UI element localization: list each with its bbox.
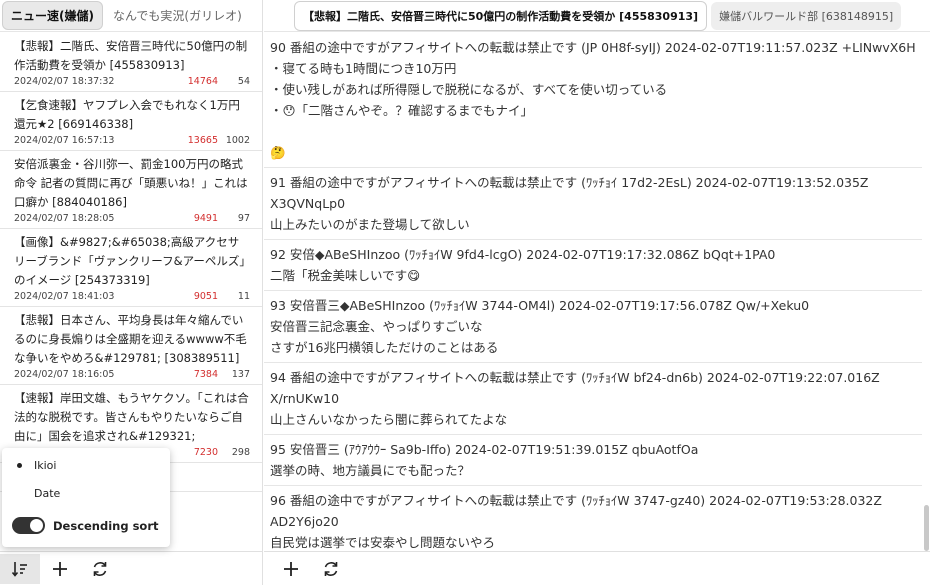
thread-item[interactable]: 【乞食速報】ヤフプレ入会でもれなく1万円還元★2 [669146338] 2024… [0, 92, 262, 151]
thread-ikioi: 14764 [187, 76, 218, 87]
thread-date: 2024/02/07 18:16:05 [14, 369, 115, 380]
post-line: ・寝てる時も1時間につき10万円 [270, 61, 457, 76]
thread-list-pane: ニュー速(嫌儲) なんでも実況(ガリレオ) 【悲報】二階氏、安倍晋三時代に50億… [0, 0, 263, 585]
tab-thread-inactive[interactable]: 嫌儲バルワールド部 [638148915] [711, 1, 902, 30]
thread-item[interactable]: 安倍派裏金・谷川弥一、罰金100万円の略式命令 記者の質問に再び「頭悪いね！」こ… [0, 151, 262, 229]
thread-date: 2024/02/07 18:37:32 [14, 76, 115, 87]
thread-post-count: 11 [237, 291, 250, 302]
post-line [270, 121, 916, 142]
thread-meta: 2024/02/07 16:57:13 13665 1002 [14, 135, 250, 146]
post-header: 95 安倍晋三 (ｱｳｱｳｳｰ Sa9b-Iffo) 2024-02-07T19… [270, 442, 699, 457]
toggle-label: Descending sort [53, 518, 159, 533]
post-item: 94 番組の途中ですがアフィサイトへの転載は禁止です (ﾜｯﾁｮｲW bf24-… [264, 363, 922, 435]
thread-item[interactable]: 【悲報】二階氏、安倍晋三時代に50億円の制作活動費を受領か [455830913… [0, 33, 262, 92]
thread-title: 【乞食速報】ヤフプレ入会でもれなく1万円還元★2 [669146338] [14, 98, 240, 131]
tab-board-2[interactable]: なんでも実況(ガリレオ) [105, 2, 250, 29]
thread-meta: 2024/02/07 18:28:05 9491 97 [14, 213, 250, 224]
refresh-icon [324, 561, 338, 576]
thread-date: 2024/02/07 18:28:05 [14, 213, 115, 224]
thread-view-pane: 【悲報】二階氏、安倍晋三時代に50億円の制作活動費を受領か [455830913… [264, 0, 930, 585]
thread-date: 2024/02/07 18:41:03 [14, 291, 115, 302]
post-line: ・使い残しがあれば所得隠しで脱税になるが、すべてを使い切っている [270, 82, 668, 97]
post-item: 93 安倍晋三◆ABeSHInzoo (ﾜｯﾁｮｲW 3744-OM4l) 20… [264, 291, 922, 363]
thread-title: 安倍派裏金・谷川弥一、罰金100万円の略式命令 記者の質問に再び「頭悪いね！」こ… [14, 157, 248, 209]
thread-item[interactable]: 【悲報】日本さん、平均身長は年々縮んでいるのに身長煽りは全盛期を迎えるwwww不… [0, 307, 262, 385]
selected-dot-icon [17, 463, 22, 468]
thread-item[interactable]: 【画像】&#9827;&#65038;高級アクセサリーブランド「ヴァンクリーフ&… [0, 229, 262, 307]
post-header: 91 番組の途中ですがアフィサイトへの転載は禁止です (ﾜｯﾁｮｲ 17d2-2… [270, 175, 869, 190]
board-tabs: ニュー速(嫌儲) なんでも実況(ガリレオ) [0, 0, 262, 32]
scrollbar-thumb[interactable] [924, 505, 929, 551]
thread-title: 【悲報】二階氏、安倍晋三時代に50億円の制作活動費を受領か [455830913… [14, 39, 248, 72]
right-toolbar [264, 551, 930, 585]
thread-post-count: 298 [231, 447, 250, 458]
post-list: 90 番組の途中ですがアフィサイトへの転載は禁止です (JP 0H8f-syIJ… [264, 33, 922, 551]
refresh-button[interactable] [80, 554, 120, 584]
descending-sort-toggle[interactable]: Descending sort [12, 517, 159, 534]
thread-ikioi: 9051 [193, 291, 218, 302]
thread-ikioi: 7230 [193, 447, 218, 458]
toggle-switch[interactable] [12, 517, 45, 534]
post-line: 二階「税金美味しいです😋 [270, 268, 421, 283]
post-line: AD2Y6jo20 [270, 514, 339, 529]
thread-ikioi: 7384 [193, 369, 218, 380]
thread-ikioi: 9491 [193, 213, 218, 224]
thread-post-count: 1002 [225, 135, 250, 146]
refresh-icon [93, 561, 107, 576]
thread-post-count: 54 [237, 76, 250, 87]
post-line: 🤔 [270, 145, 286, 160]
post-line: 自民党は選挙では安泰やし問題ないやろ [270, 535, 496, 550]
sort-button[interactable] [0, 553, 40, 584]
sort-descending-icon [11, 561, 27, 577]
post-item: 90 番組の途中ですがアフィサイトへの転載は禁止です (JP 0H8f-syIJ… [264, 33, 922, 168]
post-line: X3QVNqLp0 [270, 196, 346, 211]
post-item: 91 番組の途中ですがアフィサイトへの転載は禁止です (ﾜｯﾁｮｲ 17d2-2… [264, 168, 922, 240]
sort-option-label: Date [34, 486, 61, 500]
app-window: ニュー速(嫌儲) なんでも実況(ガリレオ) 【悲報】二階氏、安倍晋三時代に50億… [0, 0, 930, 585]
sort-option-date[interactable]: Date [2, 480, 170, 506]
tab-thread-active[interactable]: 【悲報】二階氏、安倍晋三時代に50億円の制作活動費を受領か [455830913… [294, 0, 708, 31]
thread-date: 2024/02/07 16:57:13 [14, 135, 115, 146]
thread-title: 【画像】&#9827;&#65038;高級アクセサリーブランド「ヴァンクリーフ&… [14, 235, 246, 287]
thread-ikioi: 13665 [187, 135, 218, 146]
add-button[interactable] [40, 554, 80, 584]
post-item: 96 番組の途中ですがアフィサイトへの転載は禁止です (ﾜｯﾁｮｲW 3747-… [264, 486, 922, 551]
thread-meta: 2024/02/07 18:37:32 14764 54 [14, 76, 250, 87]
thread-title: 【悲報】日本さん、平均身長は年々縮んでいるのに身長煽りは全盛期を迎えるwwww不… [14, 313, 247, 365]
post-line: さすが16兆円横領しただけのことはある [270, 340, 499, 355]
thread-tabs: 【悲報】二階氏、安倍晋三時代に50億円の制作活動費を受領か [455830913… [264, 0, 930, 32]
post-item: 95 安倍晋三 (ｱｳｱｳｳｰ Sa9b-Iffo) 2024-02-07T19… [264, 435, 922, 486]
refresh-button[interactable] [311, 554, 351, 584]
post-line: 山上さんいなかったら闇に葬られてたよな [270, 412, 508, 427]
thread-meta: 2024/02/07 18:16:05 7384 137 [14, 369, 250, 380]
post-header: 93 安倍晋三◆ABeSHInzoo (ﾜｯﾁｮｲW 3744-OM4l) 20… [270, 298, 810, 313]
thread-post-count: 137 [231, 369, 250, 380]
post-line: 安倍晋三記念裏金、やっぱりすごいな [270, 319, 483, 334]
post-header: 96 番組の途中ですがアフィサイトへの転載は禁止です (ﾜｯﾁｮｲW 3747-… [270, 493, 882, 508]
post-header: 90 番組の途中ですがアフィサイトへの転載は禁止です (JP 0H8f-syIJ… [270, 40, 916, 55]
post-line: 山上みたいのがまた登場して欲しい [270, 217, 470, 232]
sort-option-ikioi[interactable]: Ikioi [2, 452, 170, 478]
post-item: 92 安倍◆ABeSHInzoo (ﾜｯﾁｮｲW 9fd4-lcgO) 2024… [264, 240, 922, 291]
post-line: 選挙の時、地方議員にでも配った？ [270, 463, 471, 478]
plus-icon [284, 561, 298, 576]
post-header: 94 番組の途中ですがアフィサイトへの転載は禁止です (ﾜｯﾁｮｲW bf24-… [270, 370, 880, 385]
post-line: ・😯「二階さんやぞ。？確認するまでもナイ」 [270, 103, 534, 118]
tab-board-1[interactable]: ニュー速(嫌儲) [2, 1, 103, 30]
left-toolbar [0, 551, 262, 585]
thread-meta: 2024/02/07 18:41:03 9051 11 [14, 291, 250, 302]
sort-option-label: Ikioi [34, 458, 57, 472]
post-header: 92 安倍◆ABeSHInzoo (ﾜｯﾁｮｲW 9fd4-lcgO) 2024… [270, 247, 776, 262]
toggle-knob [30, 519, 43, 532]
thread-title: 【速報】岸田文雄、もうヤケクソ。「これは合法的な脱税です。皆さんもやりたいならご… [14, 391, 249, 443]
thread-post-count: 97 [237, 213, 250, 224]
post-line: X/rnUKw10 [270, 391, 340, 406]
add-button[interactable] [271, 554, 311, 584]
sort-popup: Ikioi Date Descending sort [2, 448, 170, 547]
plus-icon [53, 561, 67, 576]
